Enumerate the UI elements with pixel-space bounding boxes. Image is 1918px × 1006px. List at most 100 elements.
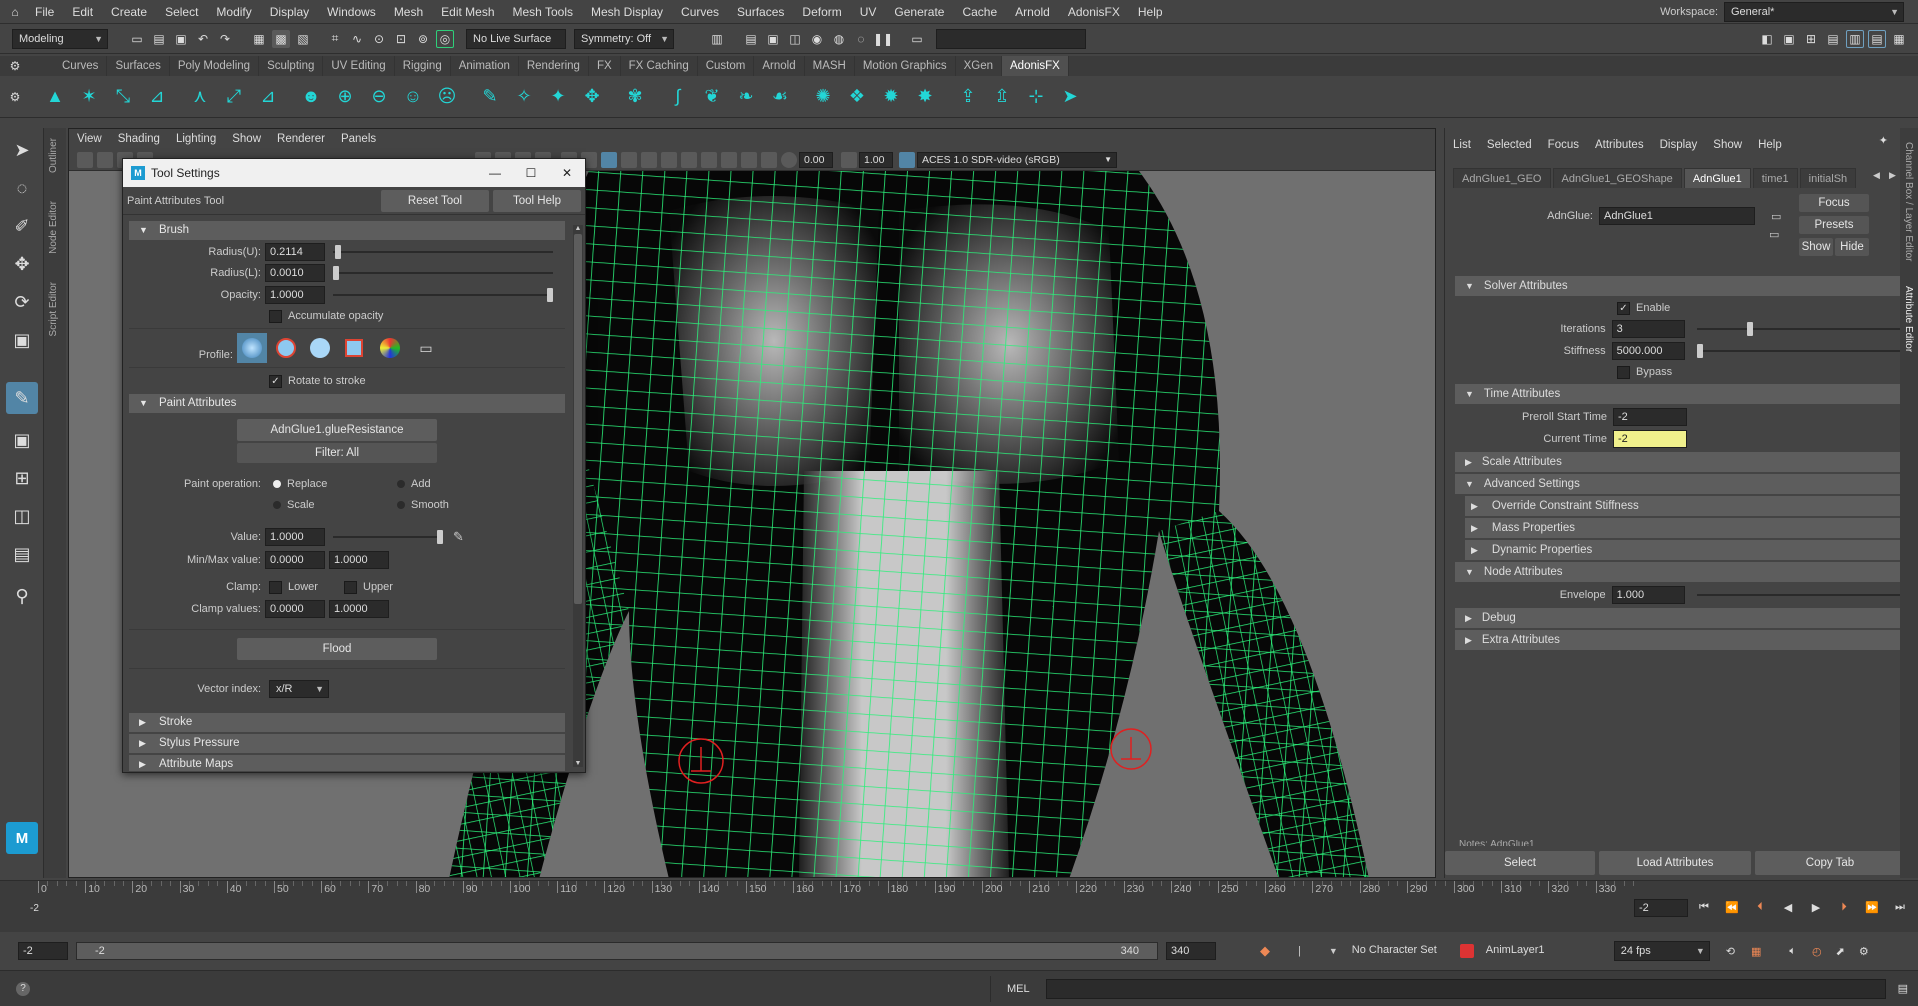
paint-attributes-section-header[interactable]: ▼ Paint Attributes: [129, 394, 565, 413]
ae-tab-adnglue1[interactable]: AdnGlue1: [1683, 168, 1751, 188]
menu-curves[interactable]: Curves: [672, 0, 728, 24]
tool-settings-toggle-icon[interactable]: ▦: [1890, 30, 1908, 48]
input-line-icon[interactable]: ▭: [908, 30, 926, 48]
input-line-field[interactable]: [936, 28, 1086, 49]
character-set-icon[interactable]: ▼: [1329, 946, 1338, 956]
single-view-icon[interactable]: ▣: [6, 424, 38, 456]
color-space-dropdown[interactable]: ACES 1.0 SDR-video (sRGB) ▼: [917, 151, 1117, 168]
ae-menu-show[interactable]: Show: [1705, 132, 1750, 158]
four-view-icon[interactable]: ⊞: [6, 462, 38, 494]
stroke-section-header[interactable]: ▶ Stroke: [129, 713, 565, 732]
shelf-tab-fx[interactable]: FX: [589, 56, 621, 76]
adonis-export-3-icon[interactable]: ⊹: [1022, 83, 1050, 111]
adonis-face-2-icon[interactable]: ⊕: [331, 83, 359, 111]
viewport-menu-show[interactable]: Show: [224, 129, 269, 149]
ambient-occlusion-icon[interactable]: [681, 151, 697, 168]
ae-menu-attributes[interactable]: Attributes: [1587, 132, 1652, 158]
radius-u-field[interactable]: 0.2114: [265, 243, 325, 261]
accumulate-opacity-checkbox[interactable]: [269, 309, 282, 323]
menu-edit-mesh[interactable]: Edit Mesh: [432, 0, 503, 24]
play-forwards-icon[interactable]: ▶: [1806, 897, 1826, 917]
undo-icon[interactable]: ↶: [194, 30, 212, 48]
node-name-field[interactable]: AdnGlue1: [1599, 207, 1755, 225]
menu-surfaces[interactable]: Surfaces: [728, 0, 793, 24]
camera-attributes-icon[interactable]: [97, 151, 113, 168]
layout-four-icon[interactable]: ⊞: [1802, 30, 1820, 48]
menu-edit[interactable]: Edit: [63, 0, 102, 24]
tab-channel-box[interactable]: Channel Box / Layer Editor: [1903, 138, 1914, 266]
shelf-tab-surfaces[interactable]: Surfaces: [107, 56, 170, 76]
shelf-settings-icon[interactable]: ⚙: [6, 57, 24, 75]
lasso-tool-icon[interactable]: ◌: [6, 172, 38, 204]
ae-menu-help[interactable]: Help: [1750, 132, 1790, 158]
adonis-tool-4-icon[interactable]: ⊿: [143, 83, 171, 111]
tab-attribute-editor[interactable]: Attribute Editor: [1903, 282, 1914, 356]
arnold-render-icon[interactable]: ◌: [852, 30, 870, 48]
shelf-tab-mash[interactable]: MASH: [805, 56, 855, 76]
minimize-icon[interactable]: —: [477, 166, 513, 180]
tab-outliner[interactable]: Outliner: [48, 134, 59, 177]
channel-box-toggle-icon[interactable]: ▥: [1846, 29, 1864, 48]
ae-menu-selected[interactable]: Selected: [1479, 132, 1540, 158]
adonis-tool-5-icon[interactable]: ⋏: [186, 83, 214, 111]
tool-help-button[interactable]: Tool Help: [493, 189, 581, 212]
fps-dropdown[interactable]: 24 fps ▼: [1613, 941, 1710, 961]
profile-solid-icon[interactable]: [305, 333, 335, 363]
menu-windows[interactable]: Windows: [318, 0, 385, 24]
step-back-key-icon[interactable]: ⏴: [1750, 897, 1770, 917]
adonis-tool-6-icon[interactable]: ⤢: [220, 83, 248, 111]
shelf-tab-arnold[interactable]: Arnold: [754, 56, 805, 76]
node-attributes-header[interactable]: ▼ Node Attributes: [1455, 562, 1905, 582]
rotate-to-stroke-checkbox[interactable]: ✓: [269, 374, 282, 388]
snap-curve-icon[interactable]: ∿: [348, 30, 366, 48]
new-scene-icon[interactable]: ▭: [128, 30, 146, 48]
bypass-checkbox[interactable]: [1617, 365, 1630, 379]
anim-prefs-icon[interactable]: ◴: [1812, 945, 1822, 958]
attribute-editor-toggle-icon[interactable]: ▤: [1868, 29, 1886, 48]
adonis-face-3-icon[interactable]: ⊖: [365, 83, 393, 111]
lights-icon[interactable]: [641, 151, 657, 168]
render-settings-icon[interactable]: ▤: [742, 30, 760, 48]
maximize-icon[interactable]: ☐: [513, 166, 549, 180]
step-forward-key-icon[interactable]: ⏵: [1834, 897, 1854, 917]
hypershade-icon[interactable]: ◍: [830, 30, 848, 48]
live-surface-field[interactable]: No Live Surface: [466, 28, 566, 49]
adonis-muscle-4-icon[interactable]: ✥: [578, 83, 606, 111]
paint-select-tool-icon[interactable]: ✐: [6, 210, 38, 242]
current-frame-field[interactable]: -2: [1634, 899, 1688, 917]
scrollbar-thumb[interactable]: [574, 234, 582, 604]
menu-select[interactable]: Select: [156, 0, 207, 24]
close-icon[interactable]: ✕: [549, 166, 585, 180]
wireframe-on-shaded-icon[interactable]: [601, 151, 617, 168]
opacity-slider[interactable]: [333, 288, 553, 302]
viewport-menu-shading[interactable]: Shading: [110, 129, 168, 149]
range-bar[interactable]: -2 340: [76, 942, 1158, 960]
exposure-field[interactable]: 0.00: [799, 151, 833, 168]
adonis-fascia-2-icon[interactable]: ❦: [698, 83, 726, 111]
shelf-tab-curves[interactable]: Curves: [54, 56, 108, 76]
ae-tab-initialsh[interactable]: initialSh: [1799, 168, 1857, 188]
adonis-export-2-icon[interactable]: ⇫: [988, 83, 1016, 111]
snap-view-icon[interactable]: ⊡: [392, 30, 410, 48]
profile-soft-icon[interactable]: [271, 333, 301, 363]
shelf-tab-animation[interactable]: Animation: [451, 56, 519, 76]
gamma-field[interactable]: 1.00: [859, 151, 893, 168]
debug-header[interactable]: ▶ Debug: [1455, 608, 1905, 628]
select-tool-icon[interactable]: ➤: [6, 134, 38, 166]
shelf-tab-motion-graphics[interactable]: Motion Graphics: [855, 56, 956, 76]
preroll-field[interactable]: -2: [1613, 408, 1687, 426]
search-icon[interactable]: ⚲: [6, 580, 38, 612]
eyedropper-icon[interactable]: ✎: [453, 529, 464, 545]
vector-index-dropdown[interactable]: x/R ▼: [269, 680, 329, 698]
menu-deform[interactable]: Deform: [793, 0, 850, 24]
op-replace-radio[interactable]: [273, 480, 281, 488]
adonis-muscle-2-icon[interactable]: ✧: [510, 83, 538, 111]
attribute-maps-section-header[interactable]: ▶ Attribute Maps: [129, 755, 565, 771]
adonis-skin-1-icon[interactable]: ✺: [809, 83, 837, 111]
adonis-skin-2-icon[interactable]: ❖: [843, 83, 871, 111]
shelf-tab-uv-editing[interactable]: UV Editing: [323, 56, 395, 76]
iterations-slider-handle[interactable]: [1746, 322, 1753, 336]
shelf-tab-fx-caching[interactable]: FX Caching: [621, 56, 698, 76]
adonis-export-1-icon[interactable]: ⇪: [954, 83, 982, 111]
snap-point-icon[interactable]: ⊙: [370, 30, 388, 48]
